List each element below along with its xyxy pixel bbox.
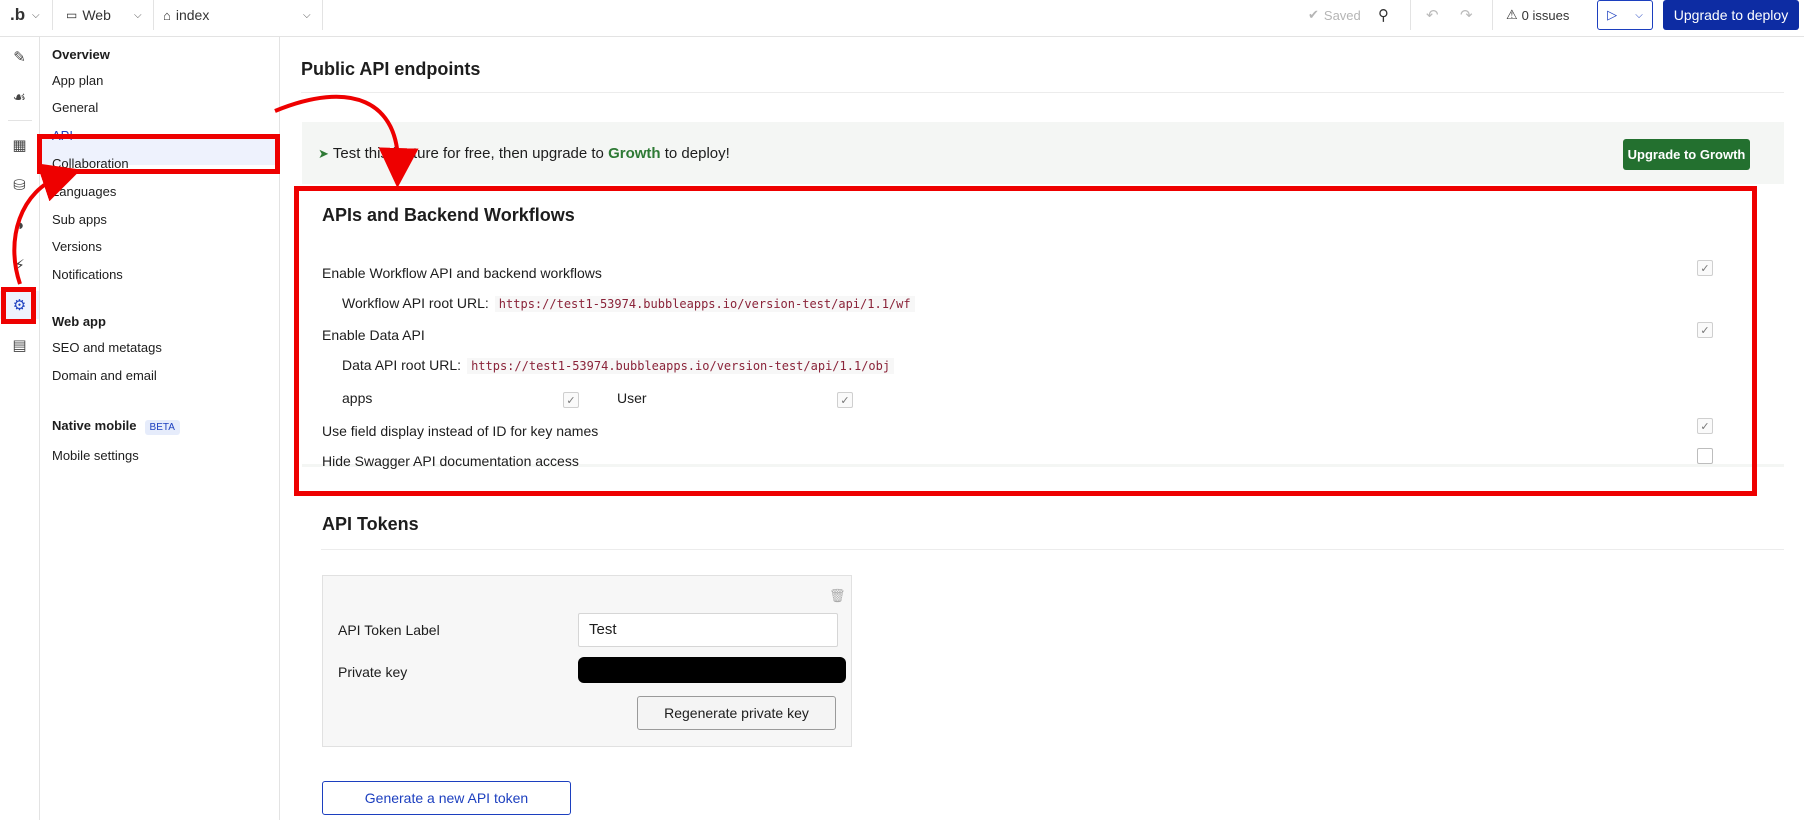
growth-link[interactable]: Growth xyxy=(608,145,661,162)
rocket-icon: ➤ xyxy=(318,146,329,161)
sidebar-item-mobile-settings[interactable]: Mobile settings xyxy=(52,448,139,463)
sidebar-item-seo[interactable]: SEO and metatags xyxy=(52,340,162,355)
chart-icon[interactable]: ▤ xyxy=(0,331,39,359)
platform-label: Web xyxy=(82,7,111,23)
nav-heading-native-mobile: Native mobile BETA xyxy=(52,418,180,435)
highlight-box-api-item xyxy=(37,134,280,174)
undo-icon[interactable]: ↶ xyxy=(1426,0,1439,30)
plugin-icon[interactable]: ⚡ xyxy=(0,251,39,279)
sidebar-item-domain[interactable]: Domain and email xyxy=(52,368,157,383)
chevron-down-icon: ⌵ xyxy=(134,9,142,21)
beta-badge: BETA xyxy=(144,420,180,435)
private-key-label: Private key xyxy=(338,664,408,680)
api-token-card: 🗑 API Token Label Test Private key Regen… xyxy=(322,575,852,747)
native-mobile-label: Native mobile xyxy=(52,418,137,433)
home-icon: ⌂ xyxy=(163,7,171,23)
editor-icon-rail: ✎ ☙ ▦ ⛁ ◑ ⚡ ⚙ ▤ xyxy=(0,37,40,820)
redo-icon[interactable]: ↷ xyxy=(1460,0,1473,30)
page-title: Public API endpoints xyxy=(301,59,481,79)
saved-status: ✔ Saved xyxy=(1308,0,1361,30)
page-dropdown[interactable]: ⌂ index ⌵ xyxy=(163,0,321,30)
regenerate-key-button[interactable]: Regenerate private key xyxy=(637,696,836,730)
token-label-label: API Token Label xyxy=(338,622,440,638)
nav-heading-web-app: Web app xyxy=(52,314,106,329)
upgrade-text-after: to deploy! xyxy=(664,145,730,162)
preview-button[interactable]: ▷ ⌵ xyxy=(1597,0,1653,30)
highlight-box-gear xyxy=(1,287,36,324)
highlight-box-api-panel xyxy=(294,186,1757,496)
layout-icon[interactable]: ▦ xyxy=(0,131,39,159)
sidebar-item-languages[interactable]: Languages xyxy=(52,184,116,199)
divider xyxy=(322,0,323,30)
sidebar-item-versions[interactable]: Versions xyxy=(52,239,102,254)
generate-token-button[interactable]: Generate a new API token xyxy=(322,781,571,815)
sidebar-item-app-plan[interactable]: App plan xyxy=(52,73,103,88)
database-icon[interactable]: ⛁ xyxy=(0,171,39,199)
sidebar-item-notifications[interactable]: Notifications xyxy=(52,267,123,282)
sidebar-item-general[interactable]: General xyxy=(52,100,98,115)
upgrade-message: ➤ Test this feature for free, then upgrad… xyxy=(318,145,730,162)
palette-icon[interactable]: ◑ xyxy=(0,211,39,239)
check-circle-icon: ✔ xyxy=(1308,7,1319,22)
divider xyxy=(8,120,32,121)
divider xyxy=(1492,0,1493,30)
chevron-down-icon: ⌵ xyxy=(1635,9,1643,21)
divider xyxy=(321,549,1784,550)
trash-icon[interactable]: 🗑 xyxy=(829,588,846,604)
logo-text: .b xyxy=(10,5,26,24)
issues-label: 0 issues xyxy=(1521,7,1570,23)
warning-icon: ⚠ xyxy=(1506,7,1518,22)
sidebar-item-sub-apps[interactable]: Sub apps xyxy=(52,212,107,227)
chevron-down-icon: ⌵ xyxy=(303,9,311,21)
logo-menu-chevron-icon[interactable]: ⌵ xyxy=(32,0,40,30)
divider xyxy=(1410,0,1411,30)
upgrade-to-deploy-button[interactable]: Upgrade to deploy xyxy=(1663,0,1799,30)
issues-indicator[interactable]: ⚠ 0 issues xyxy=(1506,0,1569,30)
saved-label: Saved xyxy=(1323,7,1361,23)
app-logo[interactable]: .b xyxy=(10,0,25,30)
top-bar: .b ⌵ ▭ Web ⌵ ⌂ index ⌵ ✔ Saved ⚲ ↶ ↷ ⚠ 0… xyxy=(0,0,1804,37)
page-label: index xyxy=(175,7,210,23)
play-icon: ▷ xyxy=(1607,7,1618,22)
sitemap-icon[interactable]: ☙ xyxy=(0,83,39,111)
upgrade-text-before: Test this feature for free, then upgrade… xyxy=(332,145,604,162)
pencil-icon[interactable]: ✎ xyxy=(0,43,39,71)
divider xyxy=(52,0,53,30)
private-key-redacted xyxy=(578,657,846,683)
upgrade-to-growth-button[interactable]: Upgrade to Growth xyxy=(1623,139,1750,170)
platform-dropdown[interactable]: ▭ Web ⌵ xyxy=(66,0,146,30)
divider xyxy=(301,92,1784,93)
divider xyxy=(153,0,154,30)
search-icon[interactable]: ⚲ xyxy=(1378,0,1389,30)
token-label-input[interactable]: Test xyxy=(578,613,838,647)
section-title-tokens: API Tokens xyxy=(322,514,419,534)
nav-heading-overview: Overview xyxy=(52,47,110,62)
monitor-icon: ▭ xyxy=(66,8,78,22)
